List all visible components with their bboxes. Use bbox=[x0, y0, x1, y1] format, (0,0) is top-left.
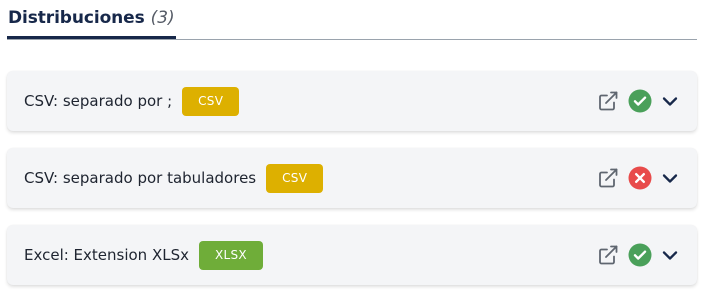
check-circle-icon bbox=[628, 243, 652, 267]
distribution-title: CSV: separado por ; bbox=[24, 92, 173, 110]
distributions-panel: Distribuciones (3) CSV: separado por ; C… bbox=[0, 0, 707, 300]
chevron-down-icon[interactable] bbox=[660, 245, 680, 265]
check-circle-icon bbox=[628, 89, 652, 113]
tab-title: Distribuciones bbox=[8, 8, 145, 28]
chevron-down-icon[interactable] bbox=[660, 91, 680, 111]
format-badge: CSV bbox=[266, 163, 324, 193]
external-link-icon[interactable] bbox=[596, 166, 620, 190]
tab-strip: Distribuciones (3) bbox=[7, 0, 697, 40]
distribution-title: CSV: separado por tabuladores bbox=[24, 169, 257, 187]
distribution-card[interactable]: Excel: Extension XLSx XLSX bbox=[7, 225, 697, 285]
distribution-card[interactable]: CSV: separado por tabuladores CSV bbox=[7, 148, 697, 208]
x-circle-icon bbox=[628, 166, 652, 190]
format-badge: XLSX bbox=[199, 240, 263, 270]
card-actions bbox=[596, 225, 680, 285]
distribution-title: Excel: Extension XLSx bbox=[24, 246, 189, 264]
external-link-icon[interactable] bbox=[596, 89, 620, 113]
external-link-icon[interactable] bbox=[596, 243, 620, 267]
format-badge: CSV bbox=[182, 86, 240, 116]
tab-distribuciones[interactable]: Distribuciones (3) bbox=[7, 7, 176, 39]
tab-count: (3) bbox=[150, 8, 175, 28]
distribution-list: CSV: separado por ; CSV CSV: separado po… bbox=[7, 71, 697, 300]
distribution-card[interactable]: CSV: separado por ; CSV bbox=[7, 71, 697, 131]
chevron-down-icon[interactable] bbox=[660, 168, 680, 188]
card-actions bbox=[596, 71, 680, 131]
card-actions bbox=[596, 148, 680, 208]
